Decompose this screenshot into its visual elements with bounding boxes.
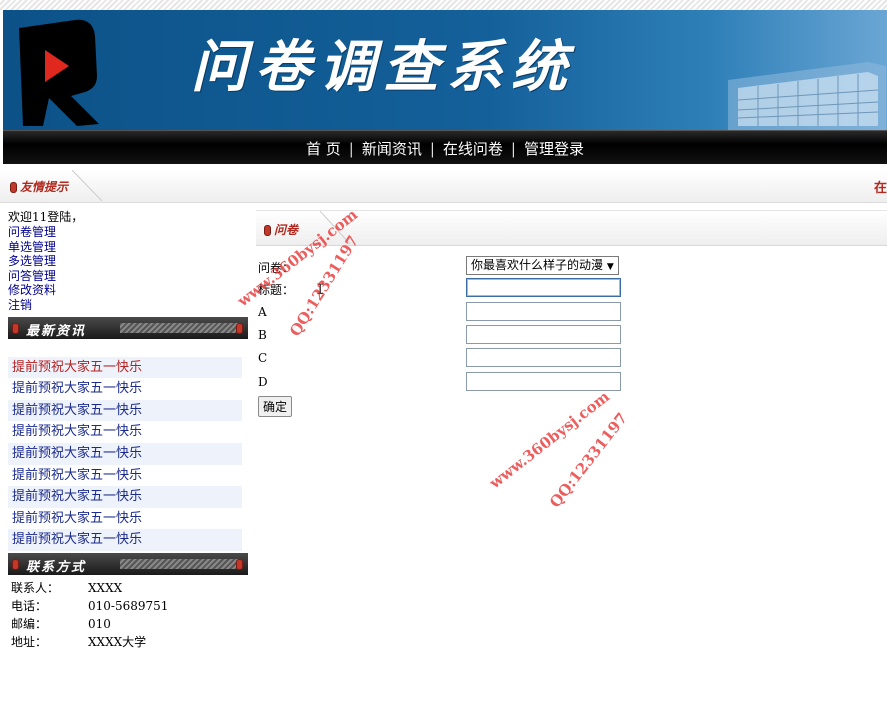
news-item[interactable]: 提前预祝大家五一快乐 (8, 486, 242, 508)
option-b-label: B (258, 328, 267, 342)
option-b-row: B (258, 325, 678, 345)
news-item[interactable]: 提前预祝大家五一快乐 (8, 529, 242, 551)
contact-value: XXXX (88, 580, 123, 595)
option-c-label: C (258, 351, 268, 365)
contact-header: 联系方式 (8, 552, 248, 575)
link-single-choice-manage[interactable]: 单选管理 (8, 240, 250, 255)
contact-key: 电话： (11, 598, 48, 613)
nav-separator: | (429, 140, 435, 158)
option-d-input[interactable] (466, 372, 621, 391)
link-qa-manage[interactable]: 问答管理 (8, 269, 250, 284)
dropdown-arrow-icon: ▼ (606, 262, 614, 272)
bullet-icon (12, 558, 19, 570)
contact-header-title: 联系方式 (26, 559, 87, 575)
link-edit-profile[interactable]: 修改资料 (8, 283, 250, 298)
questionnaire-select[interactable]: 你最喜欢什么样子的动漫 ▼ (466, 256, 619, 275)
option-d-label: D (258, 375, 268, 389)
notice-title-text: 友情提示 (20, 180, 69, 194)
news-header: 最新资讯 (8, 316, 248, 339)
news-list: 提前预祝大家五一快乐 提前预祝大家五一快乐 提前预祝大家五一快乐 提前预祝大家五… (8, 356, 250, 551)
header-stripes (120, 558, 240, 569)
contact-row: 邮编： 010 (8, 615, 250, 633)
option-c-input[interactable] (466, 348, 621, 367)
contact-key: 地址： (11, 634, 48, 649)
nav-news[interactable]: 新闻资讯 (362, 140, 422, 158)
site-banner: 问卷调查系统 (3, 10, 887, 130)
submit-button[interactable]: 确定 (258, 396, 293, 417)
contact-value: 010-5689751 (88, 598, 169, 613)
contact-row: 联系人： XXXX (8, 579, 250, 597)
link-survey-manage[interactable]: 问卷管理 (8, 225, 250, 240)
news-item[interactable]: 提前预祝大家五一快乐 (8, 356, 242, 379)
nav-separator: | (510, 140, 516, 158)
title-input[interactable] (466, 278, 621, 297)
top-decorative-strip (0, 0, 887, 10)
welcome-text: 欢迎11登陆， (8, 210, 84, 224)
contact-info: 联系人： XXXX 电话： 010-5689751 邮编： 010 地址： XXXX大学 (8, 579, 250, 651)
nav-admin-login[interactable]: 管理登录 (524, 140, 584, 158)
contact-key: 联系人： (11, 580, 60, 595)
site-logo-icon (19, 19, 99, 126)
nav-separator: | (348, 140, 354, 158)
bullet-icon (236, 322, 243, 334)
contact-key: 邮编： (11, 616, 48, 631)
notice-title: 友情提示 (10, 178, 68, 195)
site-title: 问卷调查系统 (191, 34, 575, 100)
main-title: 问卷 (264, 221, 298, 238)
tab-corner-icon (72, 170, 103, 201)
header-stripes (120, 322, 240, 333)
option-b-input[interactable] (466, 325, 621, 344)
news-header-title: 最新资讯 (26, 323, 87, 339)
sidebar: 欢迎11登陆， 问卷管理 单选管理 多选管理 问答管理 修改资料 注销 最新资讯… (8, 210, 250, 651)
news-item[interactable]: 提前预祝大家五一快乐 (8, 399, 242, 422)
contact-row: 地址： XXXX大学 (8, 633, 250, 651)
building-image (728, 62, 886, 130)
welcome-panel: 欢迎11登陆， 问卷管理 单选管理 多选管理 问答管理 修改资料 注销 (8, 210, 250, 313)
news-item[interactable]: 提前预祝大家五一快乐 (8, 421, 242, 443)
bullet-icon (10, 182, 17, 193)
option-c-row: C (258, 348, 678, 368)
main-title-text: 问卷 (274, 223, 299, 237)
link-logout[interactable]: 注销 (8, 298, 250, 313)
news-item[interactable]: 提前预祝大家五一快乐 (8, 508, 242, 530)
nav-home[interactable]: 首 页 (306, 140, 341, 158)
top-navbar: 首 页 | 新闻资讯 | 在线问卷 | 管理登录 (3, 130, 887, 164)
questionnaire-selected: 你最喜欢什么样子的动漫 (471, 258, 604, 272)
link-multi-choice-manage[interactable]: 多选管理 (8, 254, 250, 269)
news-item[interactable]: 提前预祝大家五一快乐 (8, 442, 242, 465)
bullet-icon (12, 322, 19, 334)
news-item[interactable]: 提前预祝大家五一快乐 (8, 465, 242, 487)
contact-value: XXXX大学 (88, 634, 147, 649)
notice-bar: 友情提示 在 (0, 170, 887, 203)
notice-marquee: 在 (873, 181, 887, 196)
option-a-label: A (258, 305, 267, 319)
bullet-icon (264, 225, 271, 236)
nav-online-survey[interactable]: 在线问卷 (443, 140, 503, 158)
option-d-row: D (258, 372, 678, 392)
contact-row: 电话： 010-5689751 (8, 597, 250, 615)
news-item[interactable]: 提前预祝大家五一快乐 (8, 378, 242, 400)
bullet-icon (236, 558, 243, 570)
contact-value: 010 (88, 616, 111, 631)
option-a-input[interactable] (466, 302, 621, 321)
